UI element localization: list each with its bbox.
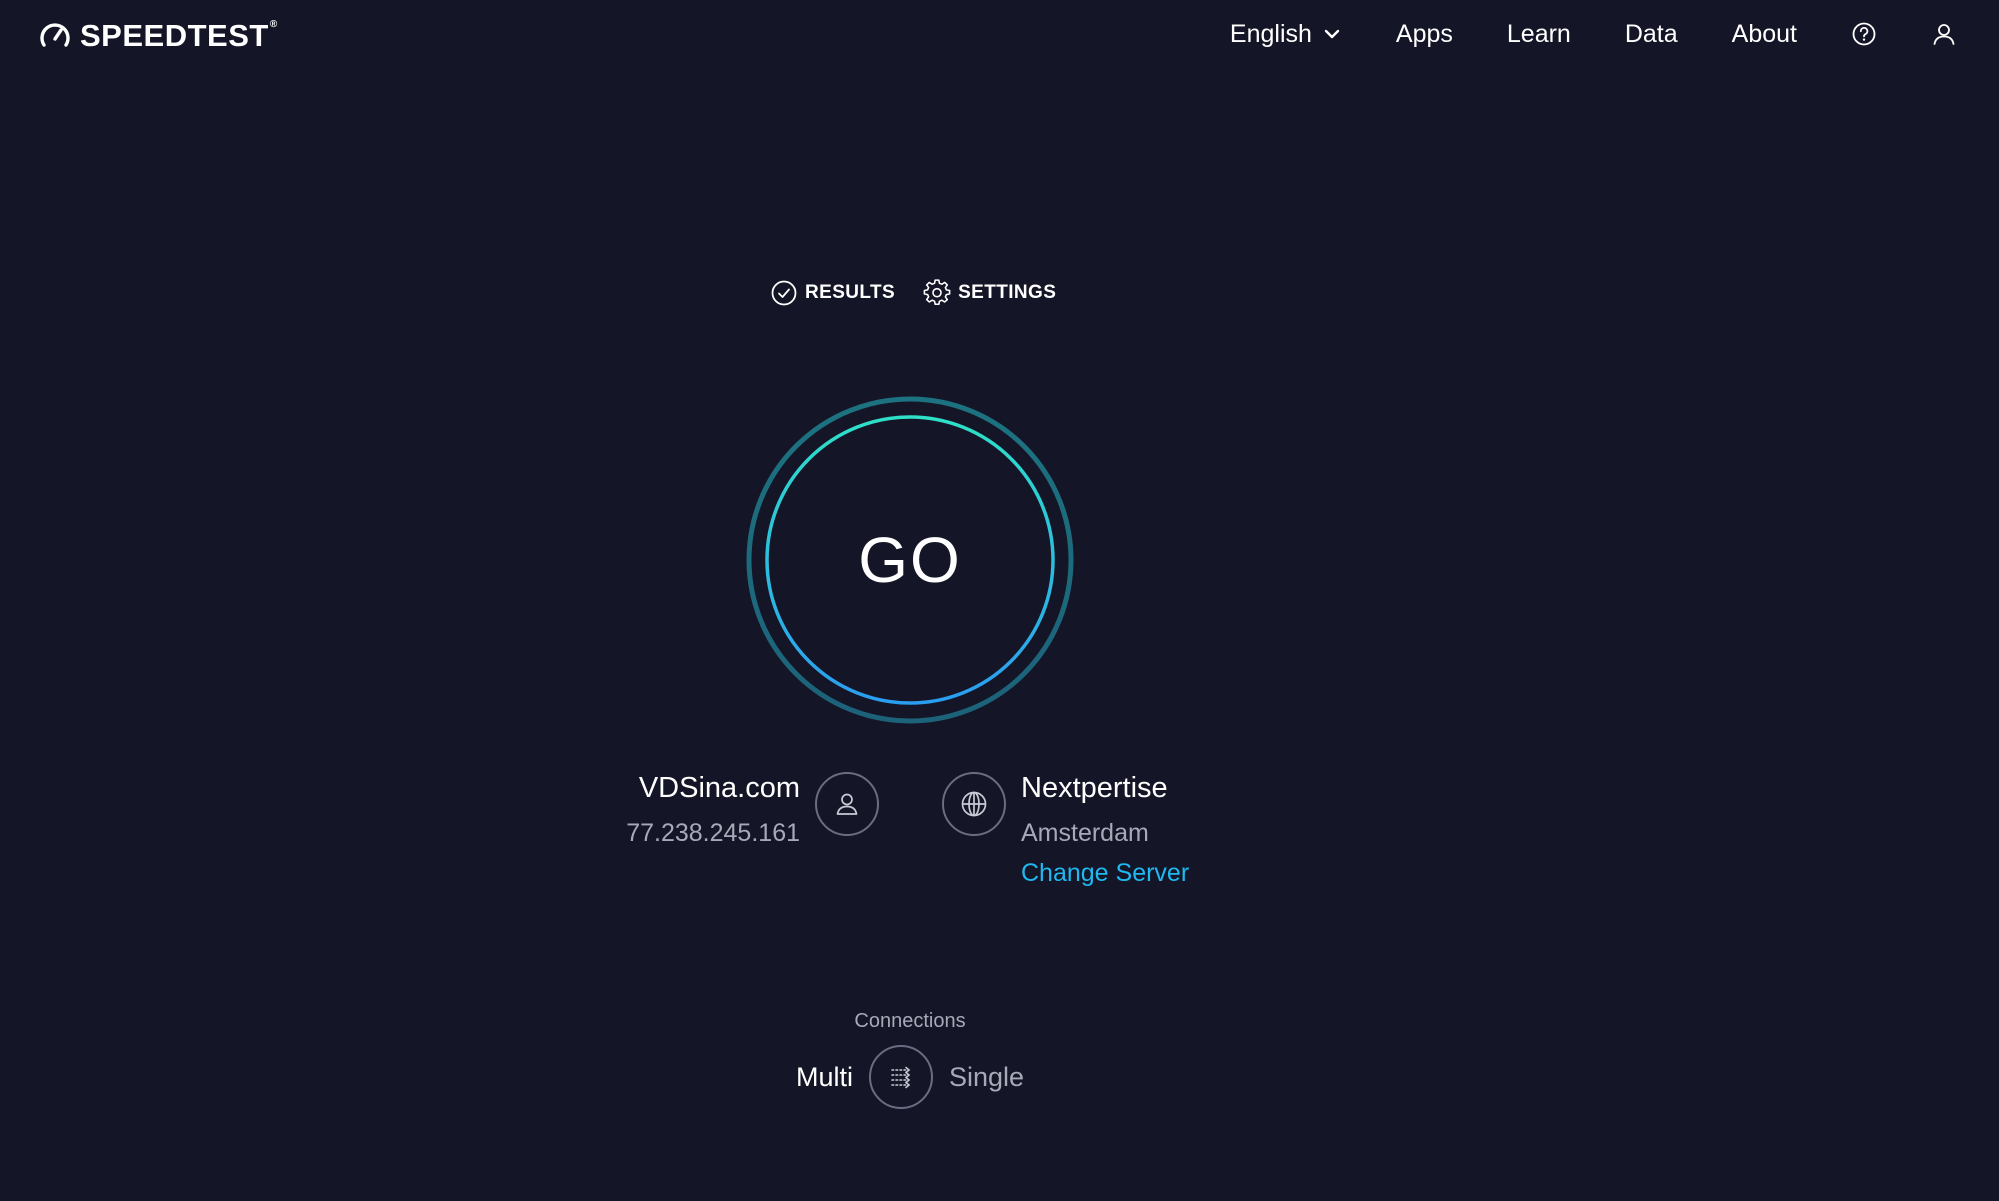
user-icon[interactable] <box>1931 21 1957 47</box>
nav-apps[interactable]: Apps <box>1396 14 1453 54</box>
settings-label: SETTINGS <box>958 282 1057 303</box>
server-location: Amsterdam <box>1021 819 1149 847</box>
isp-user-icon <box>815 772 879 836</box>
speedtest-logo[interactable]: SPEEDTEST® <box>38 18 278 54</box>
logo-trademark: ® <box>269 19 278 30</box>
server-info: Nextpertise Amsterdam Change Server <box>1021 768 1189 893</box>
language-label: English <box>1229 20 1312 48</box>
connections-single-option[interactable]: Single <box>949 1062 1024 1093</box>
logo-text: SPEEDTEST® <box>80 18 278 53</box>
gear-icon <box>923 279 951 306</box>
connections-label: Connections <box>854 1010 966 1032</box>
results-settings-links: RESULTS SETTINGS <box>770 278 1056 308</box>
nav-about[interactable]: About <box>1732 14 1797 54</box>
results-link[interactable]: RESULTS <box>770 279 895 307</box>
isp-name: VDSina.com <box>638 772 800 804</box>
nav-learn[interactable]: Learn <box>1507 14 1571 54</box>
go-button[interactable]: GO <box>745 395 1075 725</box>
connections-multi-option[interactable]: Multi <box>796 1062 853 1093</box>
chevron-down-icon <box>1324 29 1340 39</box>
server-name: Nextpertise <box>1021 772 1168 804</box>
connections-toggle-button[interactable] <box>868 1045 933 1109</box>
check-circle-icon <box>771 280 797 306</box>
server-globe-icon <box>942 772 1006 836</box>
language-selector[interactable]: English <box>1230 14 1342 54</box>
top-nav: English Apps Learn Data About <box>1230 14 1957 54</box>
speedtest-page: SPEEDTEST® English Apps Learn Data About <box>0 0 1999 1201</box>
globe-icon <box>961 791 987 817</box>
go-label: GO <box>858 524 962 596</box>
settings-link[interactable]: SETTINGS <box>923 279 1056 307</box>
isp-ip-address: 77.238.245.161 <box>626 819 800 847</box>
connections-multi-icon <box>891 1066 911 1089</box>
help-circle-icon[interactable] <box>1851 21 1877 47</box>
user-icon <box>836 793 858 815</box>
nav-data[interactable]: Data <box>1625 14 1678 54</box>
change-server-link[interactable]: Change Server <box>1021 859 1189 887</box>
speedometer-icon <box>40 23 70 47</box>
connections-toggle-row: Multi Single <box>0 1045 1820 1109</box>
results-label: RESULTS <box>805 282 896 303</box>
isp-info: VDSina.com 77.238.245.161 <box>626 768 800 853</box>
